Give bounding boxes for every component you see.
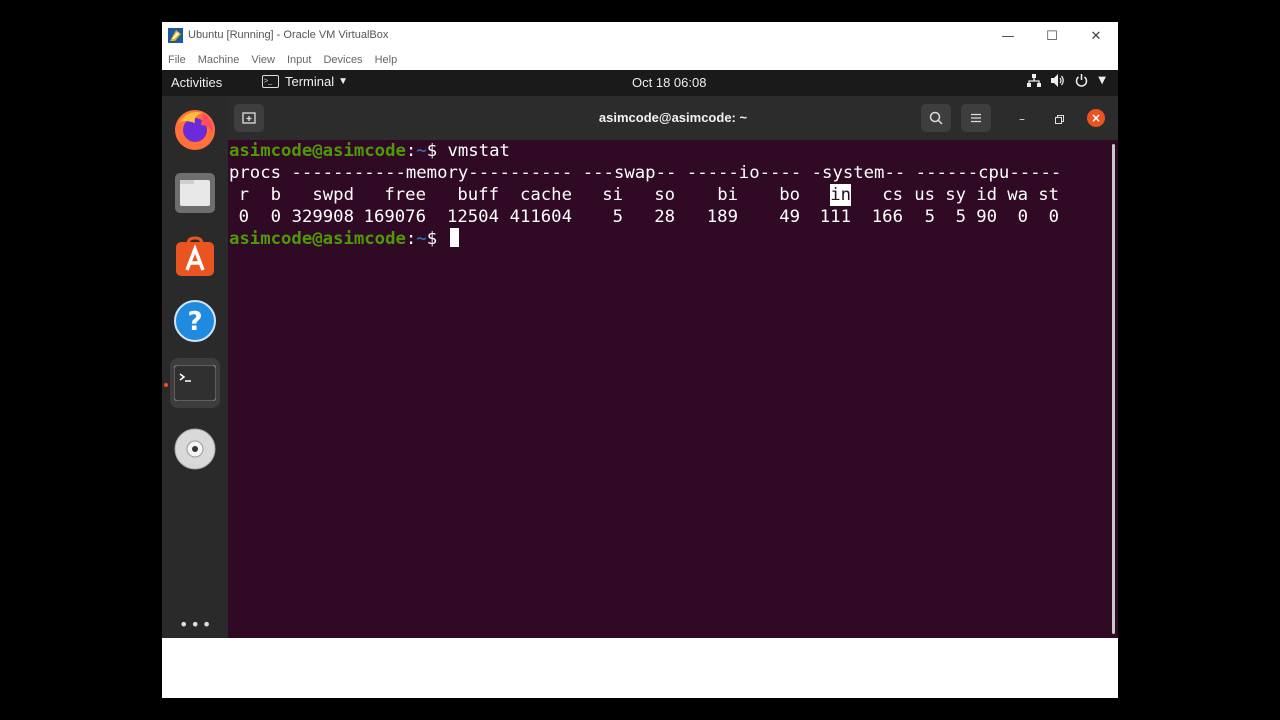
window-title: Ubuntu [Running] - Oracle VM VirtualBox — [188, 29, 389, 41]
ubuntu-dock: ? ••• — [162, 96, 228, 638]
activities-button[interactable]: Activities — [171, 75, 222, 90]
command-line: asimcode@asimcode:~$ vmstat — [229, 141, 510, 161]
value-id: 90 — [976, 207, 997, 227]
virtualbox-logo-icon — [168, 28, 183, 43]
value-buff: 12504 — [446, 207, 499, 227]
dock-software[interactable] — [170, 232, 220, 282]
dock-files[interactable] — [170, 168, 220, 218]
dvd-icon — [174, 428, 216, 470]
dock-dvd[interactable] — [170, 424, 220, 474]
terminal-app-icon: >_ — [262, 75, 279, 88]
column-header-buff: buff — [457, 185, 499, 205]
terminal-output[interactable]: asimcode@asimcode:~$ vmstat procs ------… — [228, 140, 1110, 638]
dock-firefox[interactable] — [170, 104, 220, 154]
column-header-so: so — [654, 185, 675, 205]
value-b: 0 — [270, 207, 281, 227]
software-center-icon — [176, 236, 214, 276]
firefox-icon — [175, 110, 215, 150]
menu-view[interactable]: View — [251, 54, 275, 66]
value-us: 5 — [924, 207, 935, 227]
value-wa: 0 — [1017, 207, 1028, 227]
vmstat-value-row: 0 0 329908 169076 12504 411604 5 28 189 49 111 166 5… — [229, 206, 1109, 228]
running-indicator — [164, 383, 168, 387]
dock-help[interactable]: ? — [170, 296, 220, 346]
value-si: 5 — [612, 207, 623, 227]
vmstat-group-header: procs -----------memory---------- ---swa… — [229, 163, 1062, 183]
column-header-sy: sy — [945, 185, 966, 205]
search-icon — [929, 111, 943, 125]
column-header-cs: cs — [882, 185, 903, 205]
restore-icon — [1054, 114, 1064, 124]
column-header-us: us — [914, 185, 935, 205]
close-icon: × — [1090, 111, 1102, 125]
prompt-line: asimcode@asimcode:~$ — [229, 228, 459, 250]
volume-icon — [1051, 74, 1065, 87]
network-icon — [1027, 74, 1042, 87]
hamburger-menu-button[interactable] — [961, 104, 991, 132]
virtualbox-window: Ubuntu [Running] - Oracle VM VirtualBox … — [162, 22, 1118, 698]
value-so: 28 — [654, 207, 675, 227]
guest-screen: Activities >_ Terminal ▼ Oct 18 06:08 ▼ … — [162, 70, 1118, 638]
power-icon — [1076, 74, 1088, 87]
menu-devices[interactable]: Devices — [323, 54, 362, 66]
terminal-icon — [174, 365, 216, 401]
maximize-button[interactable]: ☐ — [1030, 22, 1074, 50]
value-cs: 166 — [871, 207, 903, 227]
value-free: 169076 — [363, 207, 426, 227]
column-header-b: b — [270, 185, 281, 205]
app-menu-label: Terminal — [285, 74, 335, 89]
command-text: vmstat — [447, 141, 510, 161]
column-header-st: st — [1038, 185, 1059, 205]
value-bi: 189 — [706, 207, 738, 227]
minimize-icon: – — [1019, 112, 1025, 126]
virtualbox-menubar: File Machine View Input Devices Help — [162, 50, 1118, 70]
value-cache: 411604 — [509, 207, 572, 227]
virtualbox-titlebar: Ubuntu [Running] - Oracle VM VirtualBox … — [162, 22, 1118, 50]
column-header-r: r — [238, 185, 249, 205]
value-sy: 5 — [955, 207, 966, 227]
column-header-si: si — [602, 185, 623, 205]
terminal-minimize-button[interactable]: – — [1013, 110, 1031, 128]
menu-machine[interactable]: Machine — [198, 54, 240, 66]
clock[interactable]: Oct 18 06:08 — [632, 75, 706, 90]
column-header-id: id — [976, 185, 997, 205]
chevron-down-icon: ▼ — [1098, 75, 1106, 86]
value-in: 111 — [819, 207, 851, 227]
system-tray[interactable]: ▼ — [1027, 74, 1106, 87]
close-button[interactable]: ✕ — [1074, 22, 1118, 50]
terminal-window: asimcode@asimcode: ~ – × asimcode@asimco… — [228, 96, 1118, 638]
value-swpd: 329908 — [291, 207, 354, 227]
help-icon: ? — [174, 300, 216, 342]
column-header-in: in — [830, 184, 851, 206]
terminal-maximize-button[interactable] — [1050, 110, 1068, 128]
column-header-wa: wa — [1007, 185, 1028, 205]
svg-text:?: ? — [187, 307, 202, 337]
column-header-free: free — [384, 185, 426, 205]
terminal-close-button[interactable]: × — [1087, 109, 1105, 127]
hamburger-icon — [971, 113, 981, 123]
column-header-cache: cache — [519, 185, 572, 205]
dock-terminal[interactable] — [170, 358, 220, 408]
value-bo: 49 — [779, 207, 800, 227]
value-r: 0 — [238, 207, 249, 227]
menu-input[interactable]: Input — [287, 54, 311, 66]
column-header-swpd: swpd — [312, 185, 354, 205]
value-st: 0 — [1048, 207, 1059, 227]
scrollbar[interactable] — [1112, 144, 1115, 634]
app-menu[interactable]: >_ Terminal ▼ — [262, 74, 348, 89]
menu-help[interactable]: Help — [375, 54, 398, 66]
files-icon — [175, 173, 215, 213]
column-header-bo: bo — [779, 185, 800, 205]
menu-file[interactable]: File — [168, 54, 186, 66]
search-button[interactable] — [921, 104, 951, 132]
vmstat-column-header: r b swpd free buff cache si so bi bo in cs us sy id wa s… — [229, 184, 1109, 206]
text-cursor — [449, 228, 459, 247]
caret-down-icon: ▼ — [338, 76, 349, 87]
terminal-headerbar: asimcode@asimcode: ~ – × — [228, 96, 1118, 140]
column-header-bi: bi — [717, 185, 738, 205]
minimize-button[interactable]: — — [986, 22, 1030, 50]
show-applications-button[interactable]: ••• — [179, 615, 213, 634]
gnome-top-bar: Activities >_ Terminal ▼ Oct 18 06:08 ▼ — [162, 70, 1118, 96]
